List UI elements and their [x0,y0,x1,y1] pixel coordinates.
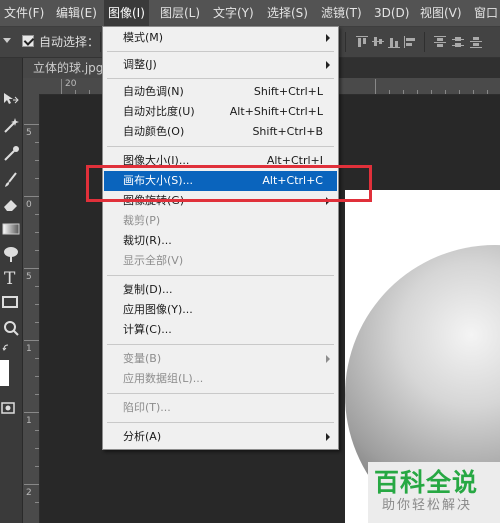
menu-layer[interactable]: 图层(L) [156,0,204,26]
ruler-label: 20 [65,79,77,89]
highlight-annotation-box [86,165,372,202]
eraser-icon[interactable] [0,193,22,215]
menu-image[interactable]: 图像(I) [104,0,149,26]
brush-icon[interactable] [0,169,22,191]
menu-item-crop[interactable]: 裁剪(P) [104,211,337,231]
ruler-label: 1 [26,344,32,354]
ruler-label: 5 [26,128,32,138]
burn-tool-icon[interactable] [0,242,22,264]
align-top-icon[interactable] [356,36,368,48]
menu-item-variables[interactable]: 变量(B) [104,349,337,369]
menu-separator [107,393,334,394]
options-divider [100,32,101,52]
type-tool-icon[interactable]: T [0,266,22,289]
quick-mask-icon[interactable] [0,398,22,420]
ruler-label: 1 [26,416,32,426]
zoom-tool-icon[interactable] [0,318,22,340]
distribute-vcenter-icon[interactable] [452,36,464,48]
menu-item-mode[interactable]: 模式(M) [104,28,337,48]
menu-separator [107,78,334,79]
distribute-bottom-icon[interactable] [470,36,482,48]
menu-separator [107,344,334,345]
submenu-arrow-icon [326,61,330,69]
vertical-ruler: 5 0 5 1 1 2 [23,94,40,523]
menu-item-auto-contrast[interactable]: 自动对比度(U) Alt+Shift+Ctrl+L [104,102,337,122]
menu-select[interactable]: 选择(S) [263,0,312,26]
menu-item-auto-color[interactable]: 自动颜色(O) Shift+Ctrl+B [104,122,337,142]
align-bottom-icon[interactable] [388,36,400,48]
document-tab-title: 立体的球.jpg [33,61,104,75]
gradient-icon[interactable] [0,218,22,240]
align-vcenter-icon[interactable] [372,36,384,48]
menu-item-apply-data-set[interactable]: 应用数据组(L)... [104,369,337,389]
magic-wand-icon[interactable] [0,115,22,137]
move-tool-icon[interactable] [0,88,22,110]
distribute-top-icon[interactable] [434,36,446,48]
menu-item-adjustments[interactable]: 调整(J) [104,55,337,75]
background-color-swatch[interactable] [0,360,9,386]
ruler-label: 0 [26,200,32,210]
menu-separator [107,275,334,276]
menu-item-duplicate[interactable]: 复制(D)... [104,280,337,300]
options-divider [345,32,346,52]
menu-item-analysis[interactable]: 分析(A) [104,427,337,447]
submenu-arrow-icon [326,355,330,363]
menu-type[interactable]: 文字(Y) [209,0,258,26]
rectangle-tool-icon[interactable] [0,291,22,313]
submenu-arrow-icon [326,433,330,441]
auto-select-checkbox[interactable] [22,35,34,47]
menu-item-apply-image[interactable]: 应用图像(Y)... [104,300,337,320]
menu-item-trap[interactable]: 陷印(T)... [104,398,337,418]
menu-file[interactable]: 文件(F) [0,0,48,26]
menu-item-auto-tone[interactable]: 自动色调(N) Shift+Ctrl+L [104,82,337,102]
tools-panel: T [0,58,23,523]
menu-separator [107,51,334,52]
menu-item-calculations[interactable]: 计算(C)... [104,320,337,340]
menu-window[interactable]: 窗口 [470,0,500,26]
menu-separator [107,146,334,147]
submenu-arrow-icon [326,34,330,42]
ruler-label: 5 [26,272,32,282]
options-divider [424,32,425,52]
menu-edit[interactable]: 编辑(E) [52,0,101,26]
menu-filter[interactable]: 滤镜(T) [317,0,366,26]
align-left-icon[interactable] [404,36,416,48]
tool-preset-dropdown-icon[interactable] [3,38,11,43]
document-tab[interactable]: 立体的球.jpg [23,58,105,78]
svg-text:T: T [4,269,16,288]
menu-view[interactable]: 视图(V) [416,0,466,26]
auto-select-label: 自动选择： [39,35,100,49]
menu-3d[interactable]: 3D(D) [370,0,413,26]
watermark-subtitle: 助你轻松解决 [382,498,473,513]
image-menu-dropdown: 模式(M) 调整(J) 自动色调(N) Shift+Ctrl+L 自动对比度(U… [102,26,339,450]
ruler-label: 2 [26,488,32,498]
menu-separator [107,422,334,423]
menu-bar: 文件(F) 编辑(E) 图像(I) 图层(L) 文字(Y) 选择(S) 滤镜(T… [0,0,500,27]
eyedropper-icon[interactable] [0,142,22,164]
menu-item-reveal-all[interactable]: 显示全部(V) [104,251,337,271]
menu-item-trim[interactable]: 裁切(R)... [104,231,337,251]
